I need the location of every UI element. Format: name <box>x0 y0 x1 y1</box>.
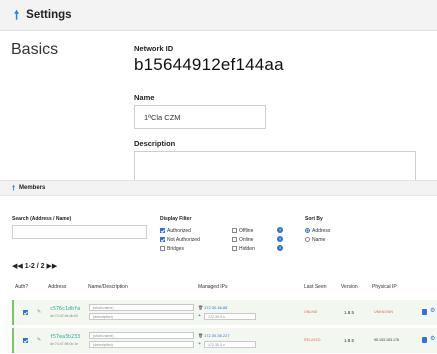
display-filter-label: Display Filter <box>160 216 192 222</box>
filter-authorized-checkbox[interactable] <box>160 228 165 233</box>
table-row: ✎ c576c1dbfa de:74:02:4e:db:62 (short-na… <box>12 300 437 325</box>
col-last-seen: Last Seen <box>304 284 327 290</box>
member-name-input[interactable]: (short-name) <box>89 304 194 311</box>
delete-member-icon[interactable] <box>422 309 427 315</box>
add-ip-icon[interactable]: + <box>198 313 201 319</box>
member-search-input[interactable] <box>12 225 147 239</box>
search-label: Search (Address / Name) <box>12 216 72 222</box>
members-title: Members <box>19 185 46 191</box>
col-physical-ip: Physical IP <box>372 284 397 290</box>
sort-address-radio[interactable] <box>305 228 310 233</box>
filter-not-authorized-checkbox[interactable] <box>160 237 165 242</box>
managed-ip: 172.30.46.88 <box>204 305 228 310</box>
basics-heading: Basics <box>11 41 59 58</box>
filter-offline-checkbox[interactable] <box>232 228 237 233</box>
sort-name-radio[interactable] <box>305 237 310 242</box>
col-address: Address <box>48 284 67 290</box>
add-ip-input[interactable]: 172.30.0.x <box>204 313 256 320</box>
delete-member-icon[interactable] <box>422 337 427 343</box>
collapse-arrow-icon[interactable]: 🠕 <box>12 185 15 192</box>
wrench-icon[interactable]: ⚙ <box>430 335 435 342</box>
network-id-label: Network ID <box>134 44 174 53</box>
col-auth: Auth? <box>15 284 29 290</box>
version: 1.8.5 <box>344 310 355 315</box>
managed-ip: 172.30.36.227 <box>204 333 230 338</box>
collapse-arrow-icon[interactable]: 🠕 <box>14 9 19 21</box>
authorize-checkbox[interactable] <box>23 310 28 315</box>
trash-icon[interactable]: 🗑 <box>198 305 203 310</box>
edit-icon[interactable]: ✎ <box>37 337 41 343</box>
version: 1.8.5 <box>344 338 355 343</box>
network-id-value: b15644912ef144aa <box>134 55 284 74</box>
last-seen: ONLINE <box>304 310 318 314</box>
network-name-input[interactable]: 1ªCla CZM <box>134 105 266 129</box>
settings-title: Settings <box>26 9 72 21</box>
filter-hidden-label: Hidden <box>239 246 255 252</box>
member-mac: de:74:d7:98:0c:1e <box>50 342 79 346</box>
pagination[interactable]: ◀◀ 1-2 / 2 ▶▶ <box>12 262 57 270</box>
description-label: Description <box>134 139 176 148</box>
info-icon[interactable]: i <box>277 227 283 233</box>
name-label: Name <box>134 93 155 102</box>
settings-header[interactable]: 🠕 Settings <box>0 0 437 31</box>
edit-icon[interactable]: ✎ <box>37 309 41 315</box>
filter-bridges-label: Bridges <box>167 246 184 252</box>
table-row: ✎ f57ea3b233 de:74:d7:98:0c:1e (short-na… <box>12 328 437 353</box>
filter-offline-label: Offline <box>239 228 254 234</box>
sort-name-label: Name <box>312 237 326 243</box>
filter-authorized-label: Authorized <box>167 228 191 234</box>
filter-online-checkbox[interactable] <box>232 237 237 242</box>
authorize-checkbox[interactable] <box>23 338 28 343</box>
member-description-input[interactable]: (description) <box>89 313 194 320</box>
wrench-icon[interactable]: ⚙ <box>430 307 435 314</box>
info-icon[interactable]: i <box>277 245 283 251</box>
member-mac: de:74:02:4e:db:62 <box>50 314 79 318</box>
add-ip-input[interactable]: 172.30.0.x <box>204 341 256 348</box>
trash-icon[interactable]: 🗑 <box>198 333 203 338</box>
filter-online-label: Online <box>239 237 254 243</box>
member-description-input[interactable]: (description) <box>89 341 194 348</box>
add-ip-icon[interactable]: + <box>198 341 201 347</box>
sort-address-label: Address <box>312 228 331 234</box>
last-seen: RELAYED <box>304 338 321 342</box>
filter-hidden-checkbox[interactable] <box>232 246 237 251</box>
members-header[interactable]: 🠕 Members <box>0 180 437 196</box>
member-name-input[interactable]: (short-name) <box>89 332 194 339</box>
filter-not-authorized-label: Not Authorized <box>167 237 200 243</box>
col-managed-ips: Managed IPs <box>198 284 228 290</box>
info-icon[interactable]: i <box>277 236 283 242</box>
member-address: f57ea3b233 <box>50 334 81 340</box>
member-address: c576c1dbfa <box>50 306 81 312</box>
physical-ip: UNKNOWN <box>374 310 393 314</box>
sort-by-label: Sort By <box>305 216 323 222</box>
col-version: Version <box>341 284 358 290</box>
col-name-description: Name/Description <box>88 284 128 290</box>
physical-ip: 95.153.153.176 <box>374 338 399 342</box>
filter-bridges-checkbox[interactable] <box>160 246 165 251</box>
